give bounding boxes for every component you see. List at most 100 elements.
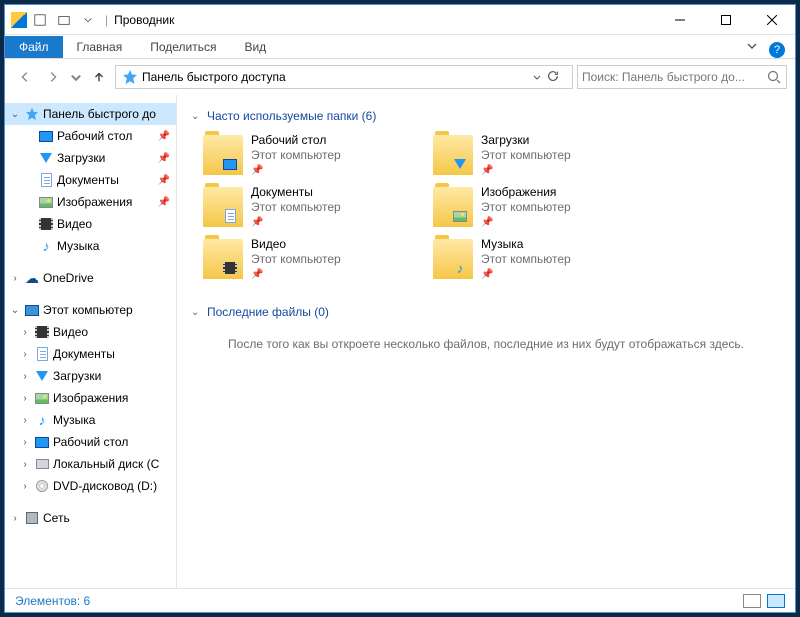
sidebar-item[interactable]: ♪ Музыка [5,235,176,257]
back-button[interactable] [13,65,37,89]
forward-button[interactable] [41,65,65,89]
chevron-right-icon[interactable]: › [19,371,31,382]
music-icon: ♪ [449,259,471,277]
sidebar-item[interactable]: Видео [5,213,176,235]
sidebar-item[interactable]: › DVD-дисковод (D:) [5,475,176,497]
group-frequent-folders[interactable]: ⌄ Часто используемые папки (6) [191,109,781,123]
chevron-right-icon[interactable]: › [19,393,31,404]
chevron-right-icon[interactable]: › [9,273,21,284]
cloud-icon: ☁ [24,270,40,286]
help-icon[interactable]: ? [769,42,785,58]
group-title: Последние файлы (0) [207,305,329,319]
title-separator: | [105,13,108,27]
app-icon [11,12,27,28]
titlebar: | Проводник [5,5,795,35]
disk-icon [34,456,50,472]
minimize-button[interactable] [657,5,703,35]
sidebar-label: OneDrive [43,271,94,285]
qat-newfolder-icon[interactable] [53,9,75,31]
sidebar-label: Изображения [57,195,132,209]
sidebar-item[interactable]: › Видео [5,321,176,343]
folder-item[interactable]: Документы Этот компьютер 📌 [203,183,433,235]
search-field[interactable]: Поиск: Панель быстрого до... [577,65,787,89]
pin-icon: 📌 [251,217,341,228]
chevron-right-icon[interactable]: › [19,481,31,492]
music-icon: ♪ [34,412,50,428]
address-text: Панель быстрого доступа [142,70,528,84]
chevron-right-icon[interactable]: › [19,415,31,426]
qat-dropdown-icon[interactable] [77,9,99,31]
history-dropdown[interactable] [69,65,83,89]
down-icon [34,368,50,384]
monitor-icon [38,128,54,144]
pin-icon: 📌 [251,165,341,176]
pin-icon: 📌 [158,131,170,142]
address-dropdown-icon[interactable] [528,72,546,82]
folder-icon: ♪ [433,239,473,279]
sidebar-item[interactable]: › Локальный диск (C [5,453,176,475]
tab-home[interactable]: Главная [63,36,137,58]
close-button[interactable] [749,5,795,35]
sidebar-item[interactable]: Загрузки 📌 [5,147,176,169]
sidebar-label: Локальный диск (C [53,457,159,471]
pin-icon: 📌 [158,197,170,208]
doc-icon [38,172,54,188]
chevron-right-icon[interactable]: › [19,459,31,470]
down-icon [449,155,471,173]
group-title: Часто используемые папки (6) [207,109,376,123]
content-pane: ⌄ Часто используемые папки (6) Рабочий с… [177,95,795,588]
chevron-right-icon[interactable]: › [19,437,31,448]
sidebar-item[interactable]: › ♪ Музыка [5,409,176,431]
img-icon [449,207,471,225]
sidebar-label: Сеть [43,511,70,525]
chevron-down-icon[interactable]: ⌄ [9,305,21,316]
sidebar-item[interactable]: › Рабочий стол [5,431,176,453]
chevron-right-icon[interactable]: › [19,349,31,360]
sidebar-item-quickaccess[interactable]: ⌄ Панель быстрого до [5,103,176,125]
tab-view[interactable]: Вид [230,36,280,58]
folder-item[interactable]: ♪ Музыка Этот компьютер 📌 [433,235,663,287]
folder-name: Изображения [481,185,571,199]
view-details-button[interactable] [743,594,761,608]
folder-name: Музыка [481,237,571,251]
chevron-down-icon[interactable]: ⌄ [9,109,21,120]
address-field[interactable]: Панель быстрого доступа [115,65,573,89]
sidebar-label: Музыка [53,413,95,427]
sidebar-item[interactable]: Изображения 📌 [5,191,176,213]
chevron-down-icon[interactable]: ⌄ [191,307,207,318]
folder-subtitle: Этот компьютер [481,148,571,162]
up-button[interactable] [87,65,111,89]
maximize-button[interactable] [703,5,749,35]
sidebar-label: Рабочий стол [57,129,132,143]
folder-item[interactable]: Изображения Этот компьютер 📌 [433,183,663,235]
search-placeholder: Поиск: Панель быстрого до... [582,70,766,84]
dvd-icon [34,478,50,494]
group-recent-files[interactable]: ⌄ Последние файлы (0) [191,305,781,319]
sidebar-item-network[interactable]: › Сеть [5,507,176,529]
sidebar-item[interactable]: Рабочий стол 📌 [5,125,176,147]
refresh-button[interactable] [546,69,570,86]
chevron-right-icon[interactable]: › [9,513,21,524]
chevron-down-icon[interactable]: ⌄ [191,111,207,122]
vid-icon [219,259,241,277]
folder-icon [203,135,243,175]
tab-file[interactable]: Файл [5,36,63,58]
network-icon [24,510,40,526]
view-tiles-button[interactable] [767,594,785,608]
folder-item[interactable]: Рабочий стол Этот компьютер 📌 [203,131,433,183]
img-icon [34,390,50,406]
sidebar-item[interactable]: › Изображения [5,387,176,409]
qat-properties-icon[interactable] [29,9,51,31]
address-bar: Панель быстрого доступа Поиск: Панель бы… [5,59,795,95]
sidebar-item[interactable]: › Загрузки [5,365,176,387]
tab-share[interactable]: Поделиться [136,36,230,58]
sidebar-item[interactable]: Документы 📌 [5,169,176,191]
chevron-right-icon[interactable]: › [19,327,31,338]
sidebar-item-thispc[interactable]: ⌄ Этот компьютер [5,299,176,321]
folder-item[interactable]: Загрузки Этот компьютер 📌 [433,131,663,183]
sidebar-item-onedrive[interactable]: › ☁ OneDrive [5,267,176,289]
sidebar-item[interactable]: › Документы [5,343,176,365]
folder-item[interactable]: Видео Этот компьютер 📌 [203,235,433,287]
sidebar-label: Музыка [57,239,99,253]
ribbon-expand-icon[interactable] [739,36,765,58]
